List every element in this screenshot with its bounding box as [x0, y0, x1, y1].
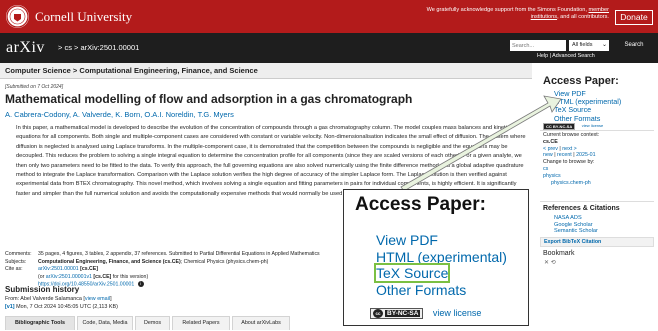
browse-physics-chem-link[interactable]: physics.chem-ph [543, 180, 599, 187]
view-license-link[interactable]: view license [582, 123, 604, 128]
chevron-down-icon: ⌄ [601, 42, 607, 48]
tab-related-papers[interactable]: Related Papers [172, 316, 230, 330]
arxiv-logo[interactable]: arXiv [6, 39, 45, 57]
prev-link[interactable]: < prev [543, 146, 558, 152]
acknowledgement: We gratefully acknowledge support from t… [426, 7, 609, 20]
cite-link[interactable]: arXiv:2501.00001 [38, 266, 79, 272]
callout-view-license-link[interactable]: view license [433, 308, 482, 318]
tab-demos[interactable]: Demos [135, 316, 170, 330]
help-links[interactable]: Help | Advanced Search [537, 53, 595, 59]
cite-row: Cite as: arXiv:2501.00001 [cs.CE] [5, 266, 98, 272]
view-email-link[interactable]: view email [85, 296, 110, 302]
info-icon[interactable]: i [137, 281, 144, 287]
bookmark-title: Bookmark [543, 250, 575, 257]
recent-link[interactable]: recent [557, 152, 572, 158]
cite-version-row: (or arXiv:2501.00001v1 [cs.CE] for this … [38, 273, 149, 280]
institution-name[interactable]: Cornell University [35, 9, 132, 25]
export-bibtex-button[interactable]: Export BibTeX Citation [540, 237, 654, 247]
access-paper-links: View PDF HTML (experimental) TeX Source … [554, 89, 621, 123]
paper-title: Mathematical modelling of flow and adsor… [5, 92, 413, 106]
access-paper-title: Access Paper: [543, 75, 619, 87]
version-v1-link[interactable]: [v1] [5, 304, 15, 310]
references-links: NASA ADS Google Scholar Semantic Scholar [554, 215, 598, 235]
browse-physics-link[interactable]: physics [543, 173, 599, 180]
divider [540, 130, 654, 131]
breadcrumb[interactable]: > cs > arXiv:2501.00001 [58, 43, 139, 52]
subjects-row: Subjects: Computational Engineering, Fina… [5, 258, 269, 265]
submission-history: From: Abel Valverde Salamanca [view emai… [5, 296, 118, 310]
submission-history-title: Submission history [5, 285, 80, 294]
cc-icon: cc [373, 309, 383, 318]
tab-code-data-media[interactable]: Code, Data, Media [77, 316, 133, 330]
next-link[interactable]: next > [562, 146, 577, 152]
member-link[interactable]: member [588, 7, 609, 13]
nasa-ads-link[interactable]: NASA ADS [554, 215, 598, 222]
callout-license-row: cc BY-NC-SA view license [370, 308, 481, 319]
search-button[interactable]: Search [614, 40, 654, 51]
arxiv-logo-text: arXiv [6, 39, 45, 56]
references-title: References & Citations [543, 205, 620, 212]
access-paper-zoom-callout: Access Paper: View PDF HTML (experimenta… [343, 189, 529, 326]
new-link[interactable]: new [543, 152, 553, 158]
author-list[interactable]: A. Cabrera-Codony, A. Valverde, K. Born,… [5, 110, 234, 119]
search-input[interactable] [510, 40, 566, 51]
context-value: cs.CE [543, 138, 558, 145]
license-row: CC BY-NC-SA view license [543, 123, 604, 130]
institution-header: Cornell University We gratefully acknowl… [0, 0, 658, 33]
semantic-scholar-link[interactable]: Semantic Scholar [554, 228, 598, 235]
tab-about-arxivlabs[interactable]: About arXivLabs [232, 316, 290, 330]
divider [540, 201, 654, 202]
cc-license-badge[interactable]: CC BY-NC-SA [543, 123, 576, 130]
submission-date: [Submitted on 7 Oct 2024] [5, 84, 64, 90]
callout-view-pdf-link[interactable]: View PDF [376, 232, 507, 249]
other-formats-link[interactable]: Other Formats [554, 114, 621, 123]
cornell-seal-icon[interactable] [6, 5, 29, 28]
search-field-select[interactable]: All fields ⌄ [569, 40, 609, 51]
donate-button[interactable]: Donate [615, 10, 653, 25]
tab-bibliographic-tools[interactable]: Bibliographic Tools [5, 316, 75, 330]
callout-other-formats-link[interactable]: Other Formats [376, 282, 507, 299]
browse-context: Current browse context: cs.CE < prev | n… [543, 132, 600, 187]
subject-header: Computer Science > Computational Enginee… [0, 63, 532, 79]
callout-title: Access Paper: [355, 194, 486, 215]
cite-version-link[interactable]: arXiv:2501.00001v1 [46, 274, 92, 280]
callout-html-experimental-link[interactable]: HTML (experimental) [376, 249, 507, 266]
abstract: In this paper, a mathematical model is d… [16, 125, 526, 197]
callout-links: View PDF HTML (experimental) TeX Source … [373, 232, 507, 299]
comments-row: Comments: 35 pages, 4 figures, 3 tables, … [5, 251, 320, 257]
paper-metadata: Comments: 35 pages, 4 figures, 3 tables, … [5, 251, 320, 289]
bookmark-icons[interactable]: ✕ ⟲ [544, 259, 556, 266]
callout-cc-license-badge[interactable]: cc BY-NC-SA [370, 308, 424, 319]
institutions-link[interactable]: institutions [531, 14, 557, 20]
date-link[interactable]: 2025-01 [576, 152, 595, 158]
callout-tex-source-link[interactable]: TeX Source [373, 263, 451, 283]
sidebar: Access Paper: View PDF HTML (experimenta… [536, 63, 658, 331]
search-header: arXiv > cs > arXiv:2501.00001 All fields… [0, 33, 658, 63]
google-scholar-link[interactable]: Google Scholar [554, 222, 598, 229]
browse-cs-link[interactable]: cs [543, 166, 599, 173]
